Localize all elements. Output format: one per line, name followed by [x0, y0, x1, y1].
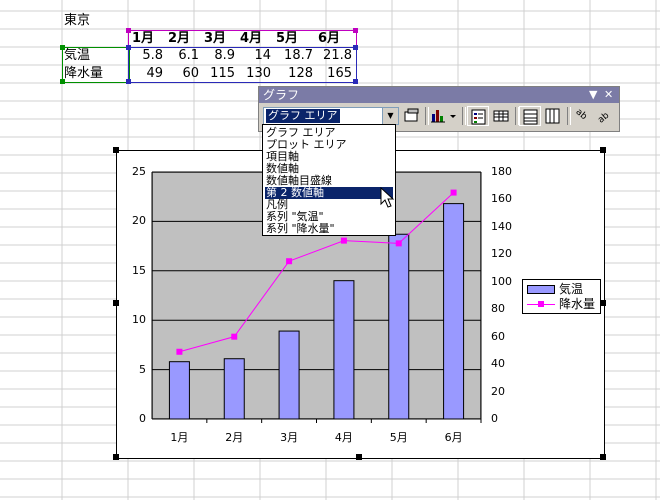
range-handle[interactable]	[126, 79, 131, 84]
bar-chart-icon	[431, 110, 456, 123]
x-axis-tick-label: 6月	[444, 431, 463, 444]
y2-axis-tick-label: 80	[491, 302, 505, 316]
range-handle[interactable]	[60, 45, 65, 50]
y-axis-tick-label: 0	[139, 412, 146, 425]
data-table-icon	[493, 110, 509, 122]
by-row-icon	[523, 109, 538, 125]
chart-resize-handle[interactable]	[113, 454, 119, 460]
y2-axis-tick-label: 0	[491, 412, 498, 425]
chart-resize-handle[interactable]	[113, 147, 119, 153]
chart-resize-handle[interactable]	[600, 147, 606, 153]
range-handle[interactable]	[126, 28, 131, 33]
chart-resize-handle[interactable]	[113, 300, 119, 306]
value-range-outline	[128, 47, 357, 83]
angle-text-downward-button[interactable]: ab	[571, 106, 593, 126]
svg-text:ab: ab	[596, 111, 611, 126]
chart-resize-handle[interactable]	[356, 454, 362, 460]
range-handle[interactable]	[126, 45, 131, 50]
legend-toggle-button[interactable]	[467, 106, 489, 126]
y-axis-tick-label: 5	[139, 362, 146, 376]
range-handle[interactable]	[60, 79, 65, 84]
y-axis-tick-label: 10	[132, 313, 146, 327]
y2-axis-tick-label: 140	[491, 219, 512, 233]
toolbar-options-arrow[interactable]: ▼	[589, 87, 597, 103]
x-axis-tick-label: 1月	[170, 431, 189, 444]
y-axis-tick-label: 25	[132, 165, 146, 178]
toolbar-separator	[462, 107, 466, 125]
angle-text-upward-button[interactable]: ab	[593, 106, 615, 126]
y2-axis-tick-label: 100	[491, 274, 512, 288]
header-range-outline	[128, 30, 357, 48]
legend-swatch-line	[527, 300, 555, 309]
range-handle[interactable]	[353, 28, 358, 33]
by-row-button[interactable]	[519, 106, 541, 126]
angle-text-up-icon: ab	[596, 111, 611, 126]
toolbar-titlebar[interactable]: グラフ	[259, 87, 619, 103]
y2-axis-tick-label: 40	[491, 357, 505, 371]
y-axis-tick-label: 20	[132, 214, 146, 228]
by-column-icon	[545, 108, 560, 124]
legend-label: 気温	[559, 282, 584, 296]
toolbar-close-button[interactable]: ✕	[604, 87, 613, 103]
y2-axis-tick-label: 180	[491, 165, 512, 178]
x-axis-tick-label: 4月	[334, 431, 353, 444]
label-range-outline	[62, 47, 130, 83]
y2-axis-tick-label: 160	[491, 192, 512, 206]
toolbar-title: グラフ	[263, 88, 300, 102]
angle-text-down-icon: ab	[574, 107, 589, 122]
legend-icon	[471, 109, 486, 125]
legend-entry-precipitation: 降水量	[527, 297, 595, 311]
by-column-button[interactable]	[542, 106, 564, 126]
mouse-pointer-icon	[380, 187, 395, 208]
format-selected-object-button[interactable]	[401, 106, 423, 126]
legend-swatch-bar	[527, 284, 555, 294]
range-handle[interactable]	[353, 45, 358, 50]
y-axis-tick-label: 15	[132, 263, 146, 277]
chart-legend[interactable]: 気温 降水量	[522, 279, 601, 314]
y2-axis-tick-label: 20	[491, 384, 505, 398]
data-table-button[interactable]	[490, 106, 512, 126]
x-axis-tick-label: 2月	[225, 431, 244, 444]
svg-text:ab: ab	[574, 107, 589, 122]
y2-axis-tick-label: 120	[491, 247, 512, 261]
legend-label: 降水量	[559, 297, 596, 311]
legend-entry-temperature: 気温	[527, 282, 583, 296]
chevron-down-icon[interactable]: ▼	[382, 108, 398, 124]
range-handle[interactable]	[353, 79, 358, 84]
y2-axis-tick-label: 60	[491, 329, 505, 343]
x-axis-tick-label: 5月	[389, 431, 408, 444]
chart-object-dropdown-list[interactable]: グラフ エリア プロット エリア 項目軸 数値軸 数値軸目盛線第 2 数値軸 凡例 系列 "…	[262, 124, 396, 236]
chart-resize-handle[interactable]	[600, 454, 606, 460]
chart-object-combo[interactable]: グラフ エリア ▼	[263, 107, 399, 125]
x-axis-tick-label: 3月	[280, 431, 299, 444]
chart-object-combo-value: グラフ エリア	[266, 109, 340, 123]
dropdown-item[interactable]: 系列 "降水量"	[265, 223, 336, 235]
cell-title-tokyo[interactable]: 東京	[64, 12, 90, 30]
format-object-icon	[404, 108, 419, 122]
chart-type-button[interactable]	[429, 106, 459, 126]
